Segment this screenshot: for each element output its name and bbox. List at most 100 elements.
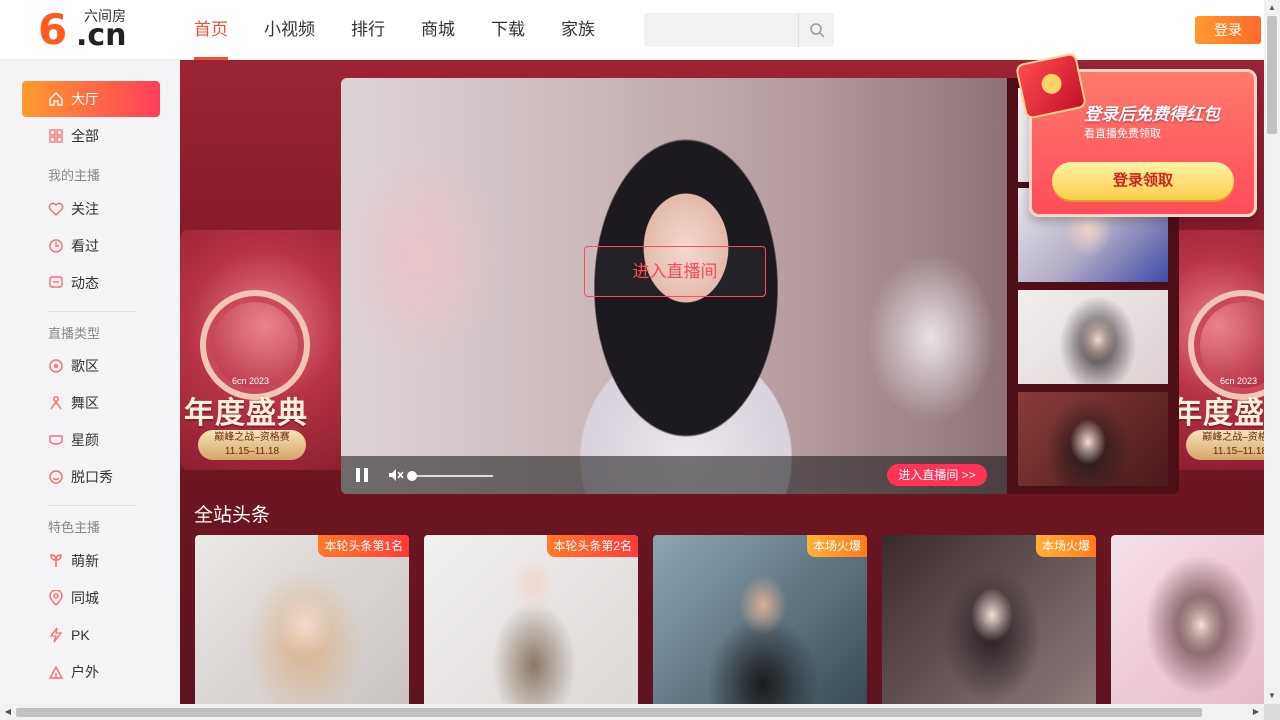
search-box (644, 13, 834, 47)
sidebar-item-label: 大厅 (71, 91, 99, 107)
sidebar-item-feed[interactable]: 动态 (22, 265, 160, 301)
nav-family[interactable]: 家族 (561, 0, 595, 60)
event-banner-right[interactable]: 6cn 2023 年度盛典 巅峰之战–资格赛 11.15–11.18 (1168, 230, 1264, 470)
sidebar-item-hall[interactable]: 大厅 (22, 81, 160, 117)
music-icon (48, 358, 64, 374)
logo-cn: .cn (76, 18, 127, 53)
sidebar-item-label: 动态 (71, 275, 99, 291)
sidebar-divider (48, 311, 136, 312)
enter-room-overlay-button[interactable]: 进入直播间 (584, 246, 766, 297)
event-year: 6cn 2023 (232, 376, 270, 386)
headline-card[interactable]: 本场火爆 (653, 535, 867, 705)
promo-title: 登录后免费得红包 (1084, 105, 1220, 124)
event-year: 6cn 2023 (1220, 376, 1258, 386)
sidebar-item-nearby[interactable]: 同城 (22, 580, 160, 616)
horizontal-scroll-thumb[interactable] (16, 708, 1202, 717)
headline-card[interactable] (1111, 535, 1264, 705)
event-title: 年度盛典 (1172, 397, 1264, 430)
sidebar-item-label: PK (71, 627, 90, 643)
headline-card[interactable]: 本轮头条第1名 (195, 535, 409, 705)
volume-slider[interactable] (411, 475, 493, 477)
sidebar-heading-feature: 特色主播 (48, 520, 101, 535)
mask-icon (48, 432, 64, 448)
search-icon (809, 23, 825, 38)
grid-icon (48, 128, 64, 144)
pause-icon (356, 468, 360, 482)
sidebar-item-label: 歌区 (71, 358, 99, 374)
site-logo[interactable]: 6 六间房 .cn (38, 8, 138, 52)
search-button[interactable] (798, 13, 834, 47)
sidebar-heading-live-type: 直播类型 (48, 326, 101, 341)
player-controls: 进入直播间 >> (341, 456, 1007, 494)
headline-card[interactable]: 本场火爆 (882, 535, 1096, 705)
promo-subtitle: 看直播免费领取 (1084, 128, 1161, 140)
rank-badge: 本轮头条第1名 (318, 535, 409, 557)
nav-download[interactable]: 下载 (491, 0, 525, 60)
search-input[interactable] (644, 13, 798, 47)
sidebar-item-dance[interactable]: 舞区 (22, 385, 160, 421)
live-thumbnail[interactable] (1018, 392, 1168, 486)
location-icon (48, 590, 64, 606)
nav-ranking[interactable]: 排行 (351, 0, 385, 60)
headline-card[interactable]: 本轮头条第2名 (424, 535, 638, 705)
event-tag: 巅峰之战–资格赛 11.15–11.18 (198, 430, 306, 460)
sidebar-item-label: 脱口秀 (71, 469, 113, 485)
vertical-scrollbar[interactable]: ▲ ▼ (1264, 0, 1280, 704)
claim-login-button[interactable]: 登录领取 (1052, 162, 1234, 200)
lightning-icon (48, 627, 64, 643)
main-nav: 首页 小视频 排行 商城 下载 家族 (194, 0, 631, 60)
sidebar-item-label: 同城 (71, 590, 99, 606)
smile-icon (48, 469, 64, 485)
red-packet-promo: 登录后免费得红包 看直播免费领取 登录领取 (1014, 52, 1257, 217)
chat-icon (48, 275, 64, 291)
clock-icon (48, 238, 64, 254)
logo-six: 6 (38, 5, 68, 54)
sidebar-item-label: 关注 (71, 201, 99, 217)
sprout-icon (48, 553, 64, 569)
sidebar-item-label: 看过 (71, 238, 99, 254)
pause-button[interactable] (355, 468, 369, 482)
sidebar-divider (48, 505, 136, 506)
scroll-right-arrow-icon[interactable]: ▶ (1248, 704, 1264, 720)
sidebar-item-watched[interactable]: 看过 (22, 228, 160, 264)
nav-mall[interactable]: 商城 (421, 0, 455, 60)
event-banner-left[interactable]: 6cn 2023 年度盛典 巅峰之战–资格赛 11.15–11.18 (180, 230, 350, 470)
vertical-scroll-thumb[interactable] (1267, 16, 1277, 134)
enter-live-button[interactable]: 进入直播间 >> (887, 464, 987, 486)
sidebar-item-outdoor[interactable]: 户外 (22, 654, 160, 690)
tent-icon (48, 664, 64, 680)
event-tag-line1: 巅峰之战–资格赛 (1202, 432, 1264, 443)
sidebar-item-song[interactable]: 歌区 (22, 348, 160, 384)
scroll-down-arrow-icon[interactable]: ▼ (1264, 688, 1280, 704)
scroll-up-arrow-icon[interactable]: ▲ (1264, 0, 1280, 16)
event-tag-line1: 巅峰之战–资格赛 (214, 432, 290, 443)
nav-home[interactable]: 首页 (194, 0, 228, 60)
scrollbar-corner (1264, 704, 1280, 720)
horizontal-scrollbar[interactable]: ◀ ▶ (0, 704, 1264, 720)
event-tag-line2: 11.15–11.18 (1212, 446, 1264, 457)
hot-badge: 本场火爆 (1035, 535, 1096, 557)
sidebar-item-label: 萌新 (71, 553, 99, 569)
nav-short-video[interactable]: 小视频 (264, 0, 315, 60)
sidebar-item-newbie[interactable]: 萌新 (22, 543, 160, 579)
heart-icon (48, 201, 64, 217)
live-thumbnail[interactable] (1018, 290, 1168, 384)
rank-badge: 本轮头条第2名 (547, 535, 638, 557)
left-sidebar: 大厅 全部 我的主播 关注 看过 动态 直播类型 歌区 舞区 星颜 脱口秀 特色… (0, 60, 180, 720)
scroll-left-arrow-icon[interactable]: ◀ (0, 704, 16, 720)
volume-slider-handle[interactable] (407, 471, 417, 481)
sidebar-item-label: 星颜 (71, 432, 99, 448)
live-video-player[interactable]: 进入直播间 进入直播间 >> (341, 78, 1007, 494)
section-title: 全站头条 (194, 505, 271, 526)
hot-badge: 本场火爆 (806, 535, 867, 557)
mute-button[interactable] (387, 466, 405, 484)
sidebar-item-follow[interactable]: 关注 (22, 191, 160, 227)
sidebar-heading-my-anchor: 我的主播 (48, 168, 101, 183)
sidebar-item-beauty[interactable]: 星颜 (22, 422, 160, 458)
login-button[interactable]: 登录 (1195, 16, 1261, 44)
sidebar-item-all[interactable]: 全部 (22, 118, 160, 154)
sidebar-item-label: 户外 (71, 664, 99, 680)
event-title: 年度盛典 (184, 397, 308, 430)
sidebar-item-talk[interactable]: 脱口秀 (22, 459, 160, 495)
sidebar-item-pk[interactable]: PK (22, 617, 160, 653)
